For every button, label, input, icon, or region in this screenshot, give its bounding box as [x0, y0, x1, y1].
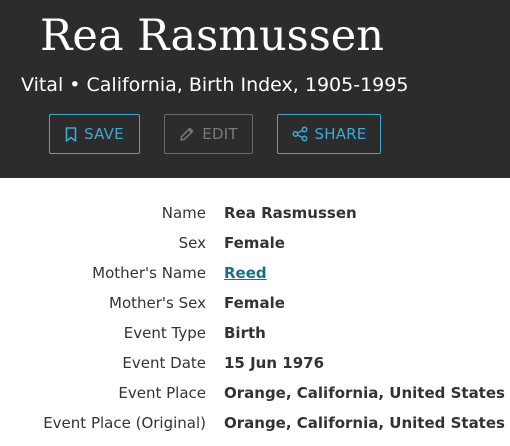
detail-row-sex: Sex Female — [0, 228, 510, 258]
detail-row-event-place: Event Place Orange, California, United S… — [0, 378, 510, 408]
detail-value: Female — [224, 234, 285, 252]
share-button[interactable]: SHARE — [277, 114, 381, 154]
detail-value: Female — [224, 294, 285, 312]
share-icon — [292, 126, 308, 142]
detail-row-event-date: Event Date 15 Jun 1976 — [0, 348, 510, 378]
detail-row-event-place-original: Event Place (Original) Orange, Californi… — [0, 408, 510, 438]
record-subtitle: Vital • California, Birth Index, 1905-19… — [21, 74, 409, 96]
mothers-name-link[interactable]: Reed — [224, 258, 267, 288]
detail-row-name: Name Rea Rasmussen — [0, 198, 510, 228]
detail-value: Rea Rasmussen — [224, 204, 357, 222]
detail-value: 15 Jun 1976 — [224, 354, 325, 372]
detail-label: Event Place — [118, 384, 206, 402]
record-header: Rea Rasmussen Vital • California, Birth … — [0, 0, 510, 178]
detail-label: Name — [161, 204, 206, 222]
save-button-label: SAVE — [84, 125, 124, 143]
detail-label: Mother's Sex — [109, 294, 206, 312]
detail-label: Event Type — [123, 324, 206, 342]
page-title: Rea Rasmussen — [40, 11, 384, 61]
detail-value: Birth — [224, 324, 266, 342]
pencil-icon — [179, 126, 195, 142]
save-button[interactable]: SAVE — [49, 114, 140, 154]
detail-row-mothers-sex: Mother's Sex Female — [0, 288, 510, 318]
edit-button[interactable]: EDIT — [164, 114, 253, 154]
detail-label: Mother's Name — [92, 264, 206, 282]
bookmark-icon — [65, 126, 77, 142]
detail-value: Orange, California, United States — [224, 414, 505, 432]
record-details: Name Rea Rasmussen Sex Female Mother's N… — [0, 198, 510, 438]
share-button-label: SHARE — [314, 125, 367, 143]
detail-value: Orange, California, United States — [224, 384, 505, 402]
edit-button-label: EDIT — [202, 125, 238, 143]
detail-label: Event Date — [122, 354, 206, 372]
detail-label: Sex — [178, 234, 206, 252]
detail-label: Event Place (Original) — [43, 414, 206, 432]
detail-row-event-type: Event Type Birth — [0, 318, 510, 348]
detail-row-mothers-name: Mother's Name Reed — [0, 258, 510, 288]
